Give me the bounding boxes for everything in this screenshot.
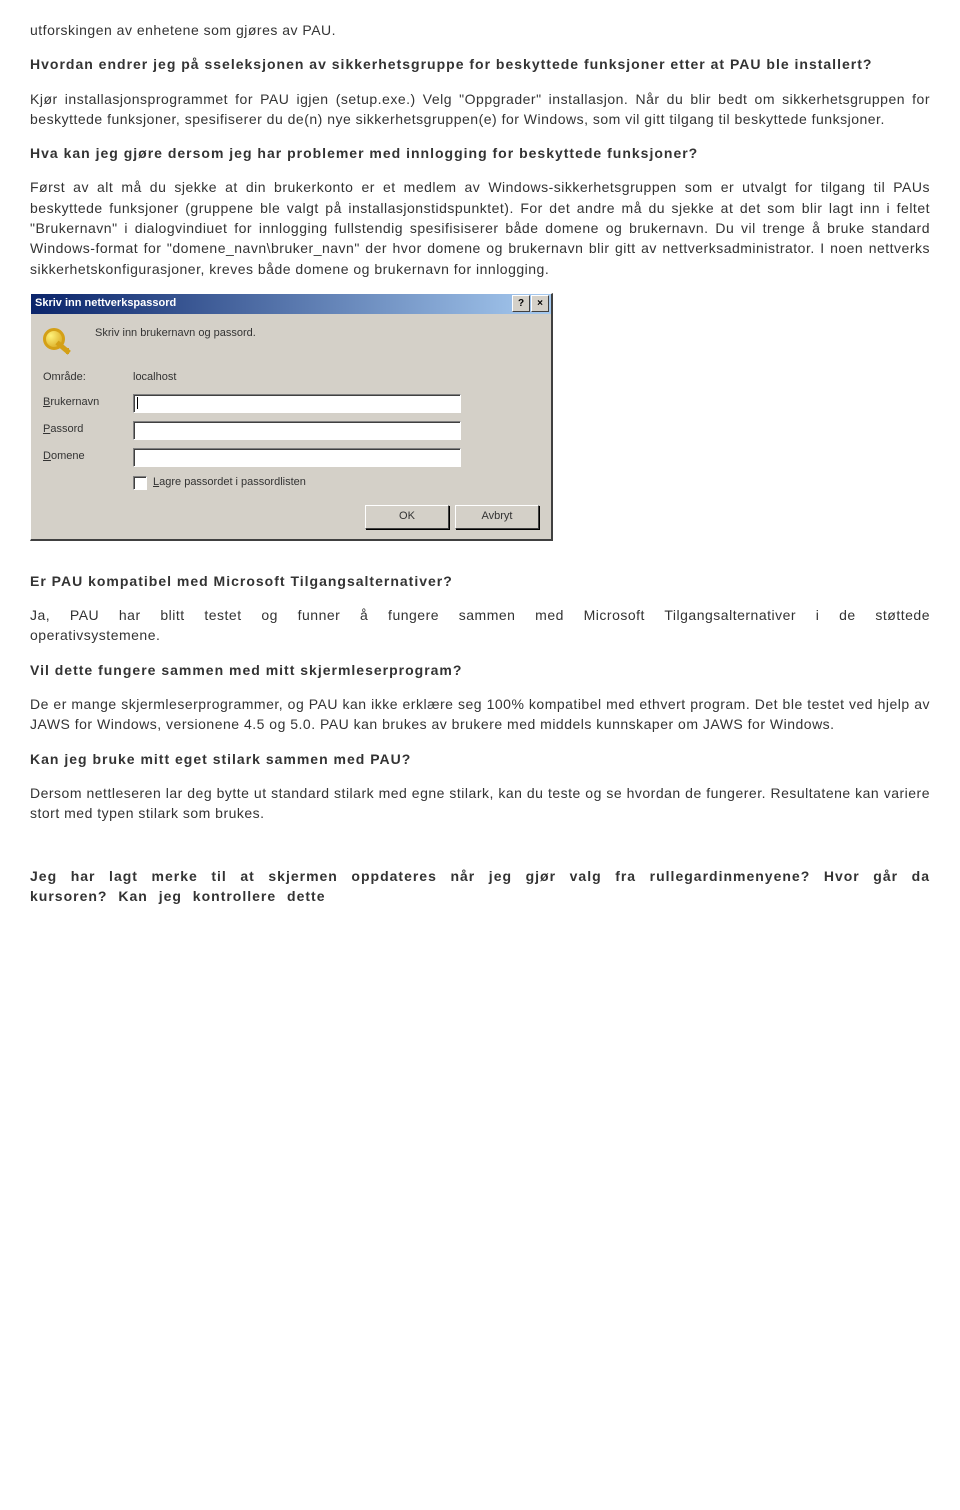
cancel-button[interactable]: Avbryt [455,505,539,529]
dialog-titlebar: Skriv inn nettverkspassord ? × [31,294,551,314]
area-label: Område: [43,370,133,386]
question-heading: Jeg har lagt merke til at skjermen oppda… [30,866,930,907]
network-password-dialog: Skriv inn nettverkspassord ? × Skriv inn… [30,293,553,541]
domain-field[interactable] [133,448,461,467]
question-heading: Er PAU kompatibel med Microsoft Tilgangs… [30,571,930,591]
question-heading: Vil dette fungere sammen med mitt skjerm… [30,660,930,680]
question-heading: Hva kan jeg gjøre dersom jeg har problem… [30,143,930,163]
answer-text: Først av alt må du sjekke at din brukerk… [30,177,930,278]
area-value: localhost [133,370,539,386]
question-heading: Kan jeg bruke mitt eget stilark sammen m… [30,749,930,769]
answer-text: Kjør installasjonsprogrammet for PAU igj… [30,89,930,130]
body-text: utforskingen av enhetene som gjøres av P… [30,20,930,40]
help-button[interactable]: ? [512,295,530,312]
password-field[interactable] [133,421,461,440]
domain-label: Domene [43,449,133,465]
save-password-checkbox[interactable] [133,476,147,490]
key-icon [43,326,75,358]
answer-text: De er mange skjermleserprogrammer, og PA… [30,694,930,735]
question-heading: Hvordan endrer jeg på sseleksjonen av si… [30,54,930,74]
username-field[interactable] [133,394,461,413]
dialog-title: Skriv inn nettverkspassord [35,296,176,312]
answer-text: Dersom nettleseren lar deg bytte ut stan… [30,783,930,824]
ok-button[interactable]: OK [365,505,449,529]
dialog-instruction: Skriv inn brukernavn og passord. [95,326,256,342]
save-password-label: Lagre passordet i passordlisten [153,475,306,491]
username-label: Brukernavn [43,395,133,411]
password-label: Passord [43,422,133,438]
answer-text: Ja, PAU har blitt testet og funner å fun… [30,605,930,646]
close-button[interactable]: × [531,295,549,312]
